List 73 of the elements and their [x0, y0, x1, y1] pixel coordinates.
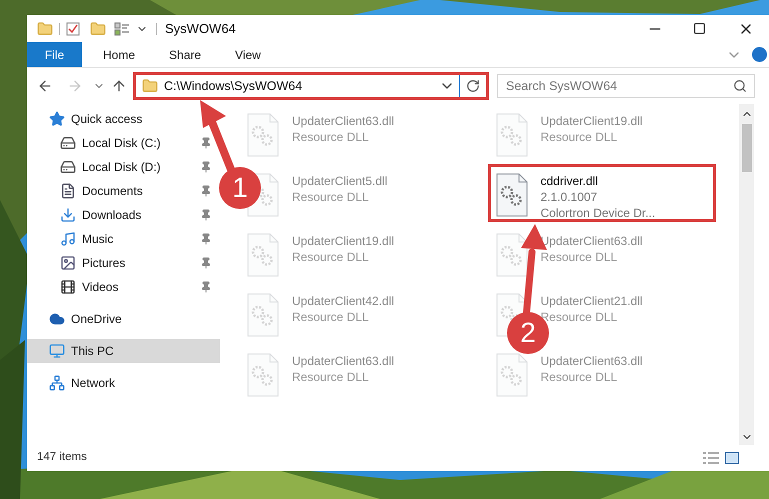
file-name: UpdaterClient21.dll	[540, 293, 643, 309]
file-gears-icon	[494, 113, 528, 157]
maximize-icon[interactable]	[693, 22, 706, 35]
film-icon	[60, 279, 76, 295]
help-icon[interactable]	[752, 47, 767, 62]
file-detail: Resource DLL	[292, 129, 370, 145]
cloud-icon	[49, 311, 65, 327]
search-icon[interactable]	[733, 79, 747, 93]
network-icon	[49, 375, 65, 391]
file-name: UpdaterClient63.dll	[540, 353, 643, 369]
sidebar-item[interactable]: Network	[27, 371, 220, 395]
music-note-icon	[60, 231, 76, 247]
document-icon	[60, 183, 76, 199]
item-count: 147 items	[37, 450, 87, 466]
address-bar[interactable]: C:\Windows\SysWOW64	[133, 72, 489, 100]
file-name: UpdaterClient19.dll	[540, 113, 643, 129]
scrollbar-thumb[interactable]	[742, 124, 752, 172]
ribbon-tab[interactable]: Home	[90, 42, 148, 67]
refresh-icon[interactable]	[466, 79, 480, 93]
sidebar-item[interactable]: Documents	[27, 179, 220, 203]
ribbon-tab[interactable]: View	[222, 42, 274, 67]
file-name: UpdaterClient19.dll	[292, 233, 394, 249]
file-detail: Resource DLL	[540, 369, 618, 385]
sidebar-item[interactable]: Pictures	[27, 251, 220, 275]
star-icon	[49, 111, 65, 127]
file-item[interactable]: cddriver.dll 2.1.0.1007 Colortron Device Dr...	[488, 164, 716, 222]
sidebar-item[interactable]: Videos	[27, 275, 220, 299]
sidebar-item[interactable]: This PC	[27, 339, 220, 363]
file-name: UpdaterClient5.dll	[292, 173, 388, 189]
details-view-icon[interactable]	[703, 452, 719, 464]
file-name: UpdaterClient63.dll	[292, 353, 394, 369]
ribbon-tab[interactable]: File	[27, 42, 82, 67]
file-detail: Resource DLL	[292, 369, 370, 385]
sidebar-item[interactable]: Local Disk (C:)	[27, 131, 220, 155]
file-gears-icon	[494, 233, 528, 277]
file-detail: Resource DLL	[292, 309, 370, 325]
sidebar-item[interactable]: Quick access	[27, 107, 220, 131]
file-gears-icon	[494, 353, 528, 397]
properties-icon[interactable]	[114, 22, 130, 36]
file-detail: Colortron Device Dr...	[540, 205, 656, 221]
ribbon-tab[interactable]: Share	[156, 42, 214, 67]
checklist-icon[interactable]	[66, 22, 80, 36]
file-gears-icon	[246, 233, 280, 277]
file-detail: Resource DLL	[540, 249, 618, 265]
sidebar-item[interactable]: Local Disk (D:)	[27, 155, 220, 179]
file-detail: Resource DLL	[540, 129, 618, 145]
sidebar-item[interactable]: Downloads	[27, 203, 220, 227]
download-icon	[60, 207, 76, 223]
image-icon	[60, 255, 76, 271]
search-field[interactable]: Search SysWOW64	[497, 74, 755, 98]
file-gears-icon	[494, 173, 528, 217]
file-name: UpdaterClient63.dll	[292, 113, 394, 129]
file-gears-icon	[246, 113, 280, 157]
monitor-icon	[49, 343, 65, 359]
folder-icon	[142, 78, 158, 94]
drive-icon	[60, 159, 76, 175]
file-name: cddriver.dll	[540, 173, 599, 189]
window-title: SysWOW64	[165, 20, 236, 38]
address-path: C:\Windows\SysWOW64	[164, 78, 304, 95]
back-icon[interactable]	[37, 78, 53, 94]
file-detail: 2.1.0.1007	[540, 189, 598, 205]
file-name: UpdaterClient42.dll	[292, 293, 394, 309]
file-gears-icon	[246, 353, 280, 397]
file-detail: Resource DLL	[292, 249, 370, 265]
drive-icon	[60, 135, 76, 151]
sidebar-item[interactable]: Music	[27, 227, 220, 251]
sidebar-item[interactable]: OneDrive	[27, 307, 220, 331]
up-icon[interactable]	[111, 78, 127, 94]
file-detail: Resource DLL	[292, 189, 370, 205]
scrollbar[interactable]	[739, 104, 754, 445]
file-detail: Resource DLL	[540, 309, 618, 325]
file-gears-icon	[246, 293, 280, 337]
large-icons-view-icon[interactable]	[725, 452, 739, 464]
